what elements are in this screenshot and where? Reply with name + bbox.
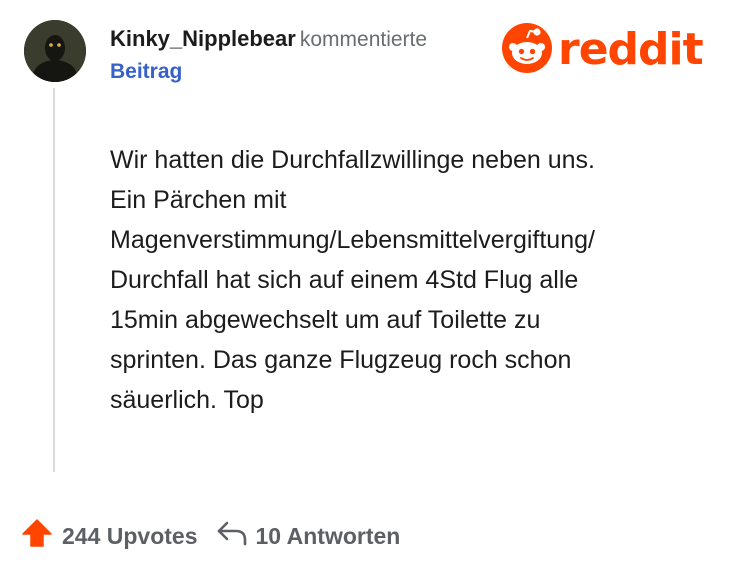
reddit-wordmark: reddit bbox=[558, 24, 704, 75]
comment-header: Kinky_Nipplebear kommentierte Beitrag bbox=[110, 24, 496, 87]
username[interactable]: Kinky_Nipplebear bbox=[110, 26, 296, 51]
upvote-button[interactable]: 244 Upvotes bbox=[22, 518, 198, 554]
comment-line: 15min abgewechselt um auf Toilette zu bbox=[110, 306, 541, 334]
comment-line: Magenverstimmung/Lebensmittelvergiftung/ bbox=[110, 226, 595, 254]
reply-button[interactable]: 10 Antworten bbox=[216, 519, 401, 553]
reddit-snoo-icon bbox=[502, 22, 552, 78]
thread-line bbox=[53, 88, 55, 472]
post-link[interactable]: Beitrag bbox=[110, 57, 496, 87]
comment-line: Wir hatten die Durchfallzwillinge neben … bbox=[110, 146, 595, 174]
reply-count: 10 Antworten bbox=[255, 522, 401, 549]
comment-line: Ein Pärchen mit bbox=[110, 186, 287, 214]
avatar[interactable] bbox=[24, 20, 86, 82]
upvote-arrow-icon bbox=[22, 518, 52, 554]
upvote-count: 244 Upvotes bbox=[62, 522, 198, 549]
comment-body: Wir hatten die Durchfallzwillinge neben … bbox=[110, 140, 710, 420]
comment-line: sprinten. Das ganze Flugzeug roch schon bbox=[110, 346, 572, 374]
reddit-logo: reddit bbox=[502, 22, 704, 78]
comment-line: Durchfall hat sich auf einem 4Std Flug a… bbox=[110, 266, 579, 294]
comment-line: säuerlich. Top bbox=[110, 386, 264, 414]
action-text: kommentierte bbox=[299, 28, 428, 51]
reply-arrow-icon bbox=[216, 519, 248, 553]
comment-footer: 244 Upvotes 10 Antworten bbox=[22, 518, 400, 554]
